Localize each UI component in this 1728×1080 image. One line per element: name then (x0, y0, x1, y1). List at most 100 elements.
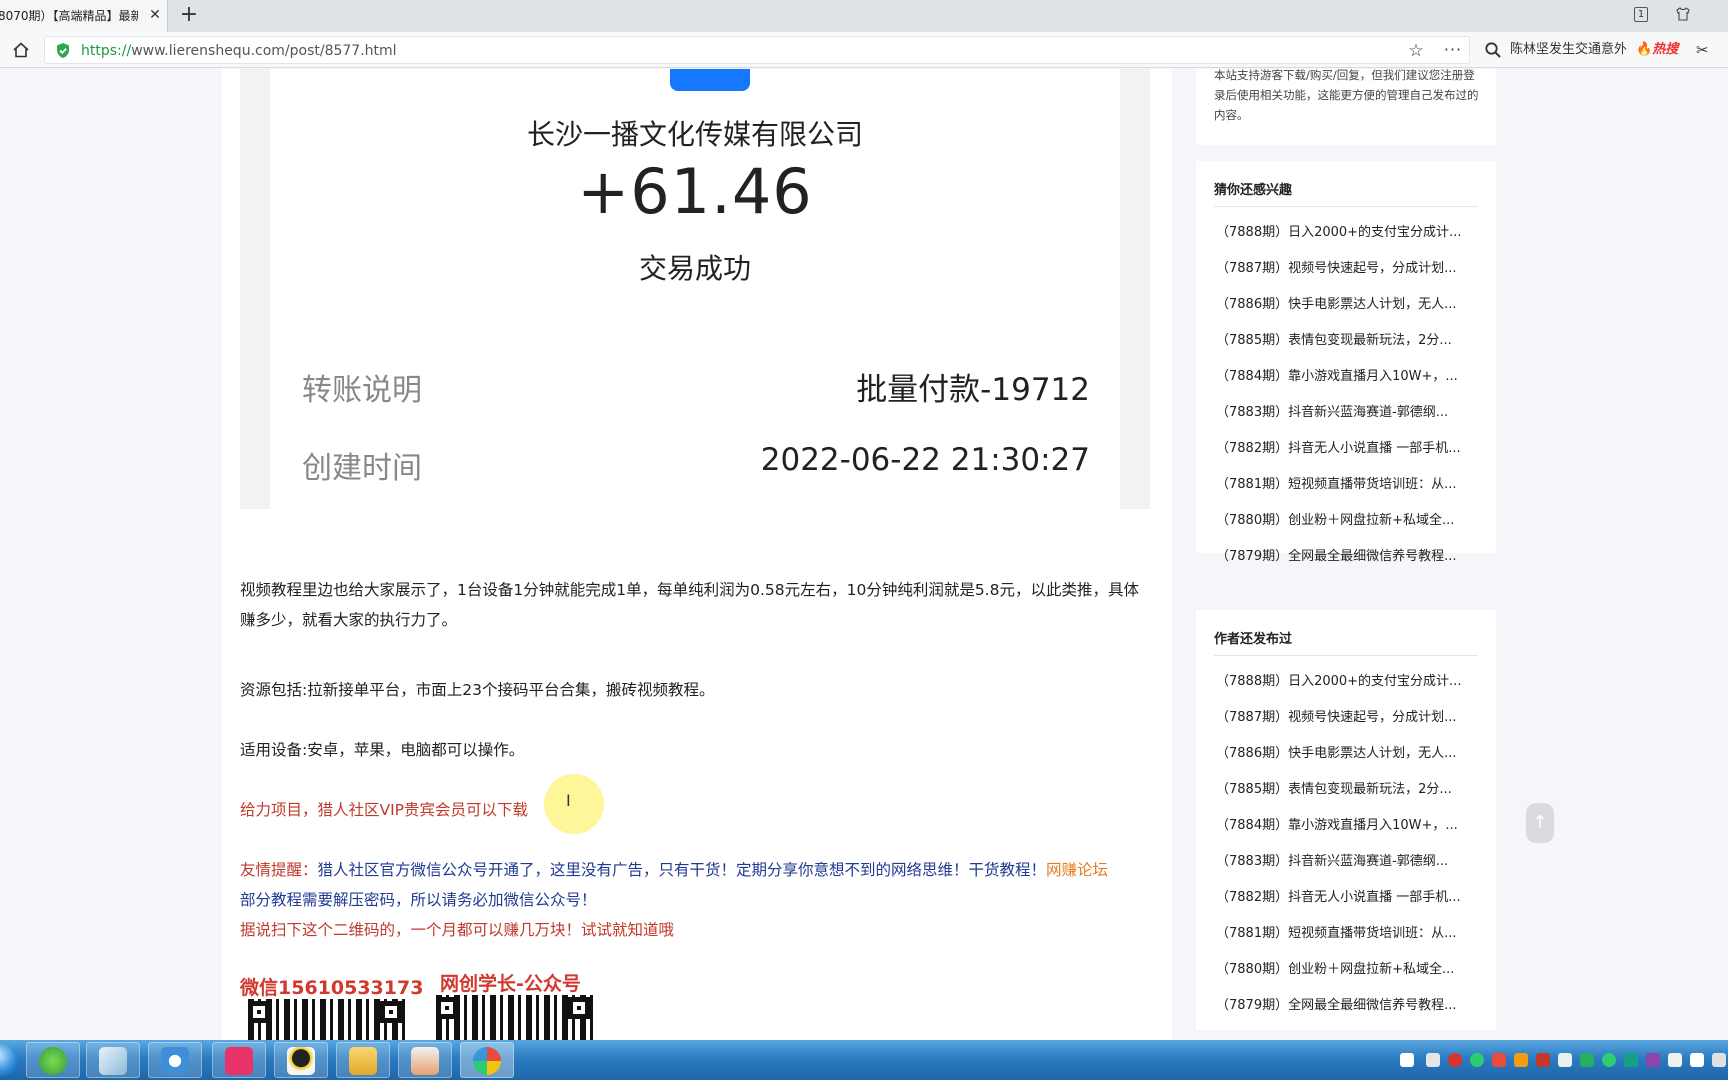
cursor-highlight (544, 774, 604, 834)
receipt-amount: +61.46 (577, 155, 813, 228)
notepad-icon (99, 1047, 127, 1075)
sidebar-link[interactable]: （7885期）表情包变现最新玩法，2分... (1216, 329, 1478, 348)
text-cursor-icon: I (566, 791, 571, 810)
shield-icon (55, 42, 71, 59)
taskbar-app[interactable] (148, 1042, 202, 1078)
start-button[interactable] (0, 1044, 18, 1076)
sidebar-link[interactable]: （7884期）靠小游戏直播月入10W+，... (1216, 365, 1478, 384)
qr-finder (436, 997, 458, 1019)
article-paragraph: 适用设备:安卓，苹果，电脑都可以操作。 (240, 741, 525, 759)
tray-icon[interactable] (1426, 1053, 1440, 1067)
divider (1214, 655, 1478, 656)
refresh-app-icon (39, 1047, 67, 1075)
sidebar-link[interactable]: （7881期）短视频直播带货培训班：从... (1216, 922, 1478, 941)
wechat-tray-icon[interactable] (1602, 1053, 1616, 1067)
record-tray-icon[interactable] (1448, 1053, 1462, 1067)
receipt-row-label: 创建时间 (302, 451, 422, 486)
window-count-icon[interactable]: 1 (1634, 7, 1648, 22)
receipt-row-value: 2022-06-22 21:30:27 (760, 442, 1090, 478)
tip-prefix: 友情提醒： (240, 861, 318, 879)
plus-icon[interactable]: + (178, 4, 200, 26)
sidebar-link[interactable]: （7886期）快手电影票达人计划，无人... (1216, 293, 1478, 312)
arrow-up-icon[interactable]: ↑ (1526, 803, 1554, 843)
sidebar-link[interactable]: （7883期）抖音新兴蓝海赛道-郭德纲... (1216, 401, 1478, 420)
sidebar-link[interactable]: （7879期）全网最全最细微信养号教程... (1216, 994, 1478, 1013)
system-tray (1400, 1040, 1728, 1080)
tab-bar: 8070期）【高端精品】最新 ✕ + 1 (0, 0, 1728, 32)
volume-icon[interactable] (1690, 1053, 1704, 1067)
sidebar-section-title: 猜你还感兴趣 (1214, 183, 1293, 198)
receipt-row-label: 转账说明 (302, 373, 422, 408)
taskbar-app[interactable] (86, 1042, 140, 1078)
tray-icon[interactable] (1646, 1053, 1660, 1067)
sidebar-link[interactable]: （7880期）创业粉＋网盘拉新+私域全... (1216, 509, 1478, 528)
url-scheme: https:// (81, 43, 132, 59)
sidebar-related-card: 猜你还感兴趣 （7888期）日入2000+的支付宝分成计... （7887期）视… (1196, 161, 1496, 564)
sidebar-link[interactable]: （7882期）抖音无人小说直播 一部手机... (1216, 437, 1478, 456)
tray-icon[interactable] (1624, 1053, 1638, 1067)
sidebar-link[interactable]: （7886期）快手电影票达人计划，无人... (1216, 742, 1478, 761)
receipt-status: 交易成功 (638, 252, 751, 285)
browser-tab[interactable]: 8070期）【高端精品】最新 ✕ (0, 0, 168, 32)
tray-icon[interactable] (1470, 1053, 1484, 1067)
browser-icon (473, 1047, 501, 1075)
tip-body: 猎人社区官方微信公众号开通了，这里没有广告，只有干货！定期分享你意想不到的网络思… (317, 861, 1047, 879)
receipt-panel: 长沙一播文化传媒有限公司 +61.46 交易成功 转账说明 批量付款-19712… (270, 69, 1120, 509)
taskbar-app[interactable] (274, 1042, 328, 1078)
close-icon[interactable]: ✕ (148, 8, 162, 22)
tray-icon[interactable] (1536, 1053, 1550, 1067)
forum-link[interactable]: 网赚论坛 (1046, 861, 1108, 879)
tray-icon[interactable] (1712, 1053, 1726, 1067)
taskbar (0, 1040, 1728, 1080)
qr-caption-official: 网创学长-公众号 (440, 973, 581, 995)
sidebar-link[interactable]: （7887期）视频号快速起号，分成计划... (1216, 257, 1478, 276)
article-paragraph: 视频教程里边也给大家展示了，1台设备1分钟就能完成1单，每单纯利润为0.58元左… (240, 581, 1139, 629)
network-tray-icon[interactable] (1668, 1053, 1682, 1067)
sidebar-link[interactable]: （7879期）全网最全最细微信养号教程... (1216, 545, 1478, 564)
vip-notice: 给力项目，猎人社区VIP贵宾会员可以下载 (240, 801, 529, 819)
qr-finder (568, 997, 590, 1019)
sidebar-link[interactable]: （7882期）抖音无人小说直播 一部手机... (1216, 886, 1478, 905)
tip-line-qr: 据说扫下这个二维码的，一个月都可以赚几万块！试试就知道哦 (240, 921, 675, 939)
tray-icon[interactable] (1514, 1053, 1528, 1067)
shirt-icon[interactable] (1674, 6, 1692, 24)
receipt-company: 长沙一播文化传媒有限公司 (526, 118, 863, 151)
sidebar-author-card: 作者还发布过 （7888期）日入2000+的支付宝分成计... （7887期）视… (1196, 610, 1496, 1030)
network-app-icon (161, 1047, 189, 1075)
checkbox-tray-icon[interactable] (1400, 1053, 1414, 1067)
taskbar-app[interactable] (398, 1042, 452, 1078)
sidebar-link[interactable]: （7883期）抖音新兴蓝海赛道-郭德纲... (1216, 850, 1478, 869)
sidebar-link[interactable]: （7881期）短视频直播带货培训班：从... (1216, 473, 1478, 492)
home-icon[interactable] (12, 41, 30, 59)
taskbar-app[interactable] (26, 1042, 80, 1078)
url-field[interactable]: https://www.lierenshequ.com/post/8577.ht… (44, 36, 1470, 64)
taskbar-app[interactable] (336, 1042, 390, 1078)
tray-icon[interactable] (1580, 1053, 1594, 1067)
star-icon[interactable]: ☆ (1407, 42, 1425, 60)
search-icon[interactable] (1484, 41, 1502, 59)
player-app-icon (225, 1047, 253, 1075)
taskbar-app[interactable] (212, 1042, 266, 1078)
sidebar-link[interactable]: （7887期）视频号快速起号，分成计划... (1216, 706, 1478, 725)
tip-line-password: 部分教程需要解压密码，所以请务必加微信公众号！ (240, 891, 597, 909)
taskbar-app-browser[interactable] (460, 1042, 514, 1078)
qr-caption-wechat: 微信15610533173 (240, 977, 424, 999)
tab-title: 8070期）【高端精品】最新 (0, 9, 138, 23)
sidebar-link[interactable]: （7888期）日入2000+的支付宝分成计... (1216, 221, 1478, 240)
sidebar-link[interactable]: （7884期）靠小游戏直播月入10W+，... (1216, 814, 1478, 833)
sidebar-link[interactable]: （7885期）表情包变现最新玩法，2分... (1216, 778, 1478, 797)
payment-receipt-image: 长沙一播文化传媒有限公司 +61.46 交易成功 转账说明 批量付款-19712… (240, 69, 1150, 509)
tray-icon[interactable] (1492, 1053, 1506, 1067)
hot-search-text[interactable]: 陈林坚发生交通意外 (1510, 32, 1627, 68)
article-paragraph: 资源包括:拉新接单平台，市面上23个接码平台合集，搬砖视频教程。 (240, 681, 715, 699)
hot-search-badge: 🔥热搜 (1636, 42, 1679, 57)
page-content: 长沙一播文化传媒有限公司 +61.46 交易成功 转账说明 批量付款-19712… (0, 69, 1728, 1040)
slides-app-icon (411, 1047, 439, 1075)
scissors-icon[interactable]: ✂ (1696, 41, 1714, 59)
sidebar-link[interactable]: （7880期）创业粉＋网盘拉新+私域全... (1216, 958, 1478, 977)
sidebar-notice-card: 本站支持游客下载/购买/回复，但我们建议您注册登录后使用相关功能，这能更方便的管… (1196, 69, 1496, 145)
qr-finder (380, 1001, 402, 1023)
sidebar-link[interactable]: （7888期）日入2000+的支付宝分成计... (1216, 670, 1478, 689)
more-icon[interactable]: ··· (1443, 41, 1463, 59)
tray-icon[interactable] (1558, 1053, 1572, 1067)
